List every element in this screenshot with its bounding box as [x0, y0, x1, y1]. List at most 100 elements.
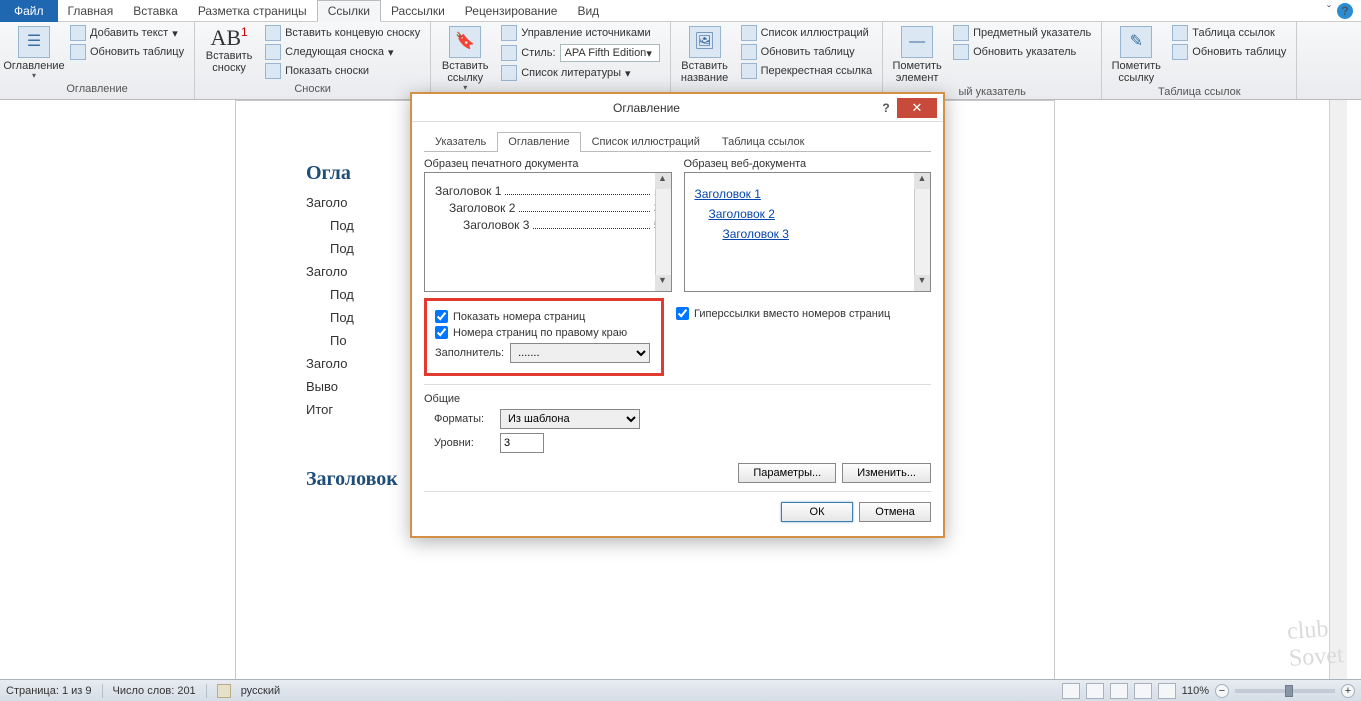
citation-icon: 🔖: [449, 26, 481, 58]
tab-layout[interactable]: Разметка страницы: [188, 0, 317, 22]
update-toa-button[interactable]: Обновить таблицу: [1168, 43, 1290, 61]
modify-button[interactable]: Изменить...: [842, 463, 931, 483]
view-draft[interactable]: [1158, 683, 1176, 699]
group-footnotes-label: Сноски: [201, 83, 424, 97]
mark-entry-button[interactable]: — Пометить элемент: [889, 24, 945, 86]
citation-style-combo[interactable]: Стиль: APA Fifth Edition ▾: [497, 43, 663, 63]
footnote-icon: AB1: [210, 26, 247, 50]
refresh-icon: [70, 44, 86, 60]
tab-mailings[interactable]: Рассылки: [381, 0, 455, 22]
view-web-layout[interactable]: [1110, 683, 1128, 699]
scroll-up-icon[interactable]: ▲: [655, 173, 671, 189]
update-index-button[interactable]: Обновить указатель: [949, 43, 1095, 61]
sources-icon: [501, 25, 517, 41]
cancel-button[interactable]: Отмена: [859, 502, 931, 522]
update-toc-button[interactable]: Обновить таблицу: [66, 43, 188, 61]
status-bar: Страница: 1 из 9 Число слов: 201 русский…: [0, 679, 1361, 701]
dialog-title: Оглавление: [418, 101, 875, 115]
mark-citation-button[interactable]: ✎ Пометить ссылку: [1108, 24, 1164, 86]
web-preview-link[interactable]: Заголовок 1: [695, 187, 921, 201]
print-preview-label: Образец печатного документа: [424, 158, 672, 170]
view-full-screen[interactable]: [1086, 683, 1104, 699]
toa-icon: [1172, 25, 1188, 41]
dialog-close-button[interactable]: ✕: [897, 98, 937, 118]
toc-icon: ☰: [18, 26, 50, 58]
scroll-up-icon[interactable]: ▲: [914, 173, 930, 189]
dlg-tab-figures[interactable]: Список иллюстраций: [581, 132, 711, 151]
print-preview: Заголовок 11 Заголовок 23 Заголовок 35 ▲…: [424, 172, 672, 292]
tab-insert[interactable]: Вставка: [123, 0, 188, 22]
mark-citation-icon: ✎: [1120, 26, 1152, 58]
proofing-icon[interactable]: [217, 684, 231, 698]
next-footnote-button[interactable]: Следующая сноска ▾: [261, 43, 424, 61]
ribbon: ☰ Оглавление▾ Добавить текст ▾ Обновить …: [0, 22, 1361, 100]
filler-label: Заполнитель:: [435, 347, 504, 359]
menu-tabs: Файл Главная Вставка Разметка страницы С…: [0, 0, 1361, 22]
zoom-slider[interactable]: [1235, 689, 1335, 693]
dialog-help-button[interactable]: ?: [875, 101, 897, 115]
bibliography-button[interactable]: Список литературы ▾: [497, 64, 663, 82]
zoom-level[interactable]: 110%: [1182, 685, 1209, 697]
levels-spinner[interactable]: [500, 433, 544, 453]
endnote-icon: [265, 25, 281, 41]
ok-button[interactable]: ОК: [781, 502, 853, 522]
chk-hyperlinks[interactable]: [676, 307, 689, 320]
status-word-count[interactable]: Число слов: 201: [113, 685, 196, 697]
manage-sources-button[interactable]: Управление источниками: [497, 24, 663, 42]
caption-icon: 🖼: [689, 26, 721, 58]
view-print-layout[interactable]: [1062, 683, 1080, 699]
web-preview: Заголовок 1 Заголовок 2 Заголовок 3 ▲ ▼: [684, 172, 932, 292]
formats-select[interactable]: Из шаблона: [500, 409, 640, 429]
crossref-icon: [741, 63, 757, 79]
biblio-icon: [501, 65, 517, 81]
insert-footnote-button[interactable]: AB1 Вставить сноску: [201, 24, 257, 76]
status-language[interactable]: русский: [241, 685, 280, 697]
insert-caption-button[interactable]: 🖼 Вставить название: [677, 24, 733, 86]
tab-view[interactable]: Вид: [567, 0, 609, 22]
list-figures-button[interactable]: Список иллюстраций: [737, 24, 877, 42]
show-footnotes-icon: [265, 63, 281, 79]
tab-file[interactable]: Файл: [0, 0, 58, 22]
minimize-ribbon-icon[interactable]: ˇ: [1327, 3, 1331, 19]
vertical-scrollbar[interactable]: [1329, 100, 1347, 679]
refresh-icon: [953, 44, 969, 60]
insert-toa-button[interactable]: Таблица ссылок: [1168, 24, 1290, 42]
scroll-down-icon[interactable]: ▼: [914, 275, 930, 291]
style-icon: [501, 45, 517, 61]
general-label: Общие: [424, 393, 931, 405]
next-footnote-icon: [265, 44, 281, 60]
update-captions-button[interactable]: Обновить таблицу: [737, 43, 877, 61]
cross-ref-button[interactable]: Перекрестная ссылка: [737, 62, 877, 80]
chk-show-page-numbers[interactable]: [435, 310, 448, 323]
toc-button[interactable]: ☰ Оглавление▾: [6, 24, 62, 83]
web-preview-link[interactable]: Заголовок 3: [695, 227, 921, 241]
insert-citation-button[interactable]: 🔖 Вставить ссылку▾: [437, 24, 493, 95]
zoom-out-button[interactable]: −: [1215, 684, 1229, 698]
show-footnotes-button[interactable]: Показать сноски: [261, 62, 424, 80]
tab-review[interactable]: Рецензирование: [455, 0, 568, 22]
add-text-button[interactable]: Добавить текст ▾: [66, 24, 188, 42]
zoom-in-button[interactable]: +: [1341, 684, 1355, 698]
levels-label: Уровни:: [434, 437, 494, 449]
tab-references[interactable]: Ссылки: [317, 0, 381, 22]
scroll-down-icon[interactable]: ▼: [655, 275, 671, 291]
chk-right-align-numbers[interactable]: [435, 326, 448, 339]
status-page[interactable]: Страница: 1 из 9: [6, 685, 92, 697]
refresh-icon: [741, 44, 757, 60]
options-button[interactable]: Параметры...: [738, 463, 836, 483]
dlg-tab-toc[interactable]: Оглавление: [497, 132, 580, 152]
refresh-icon: [1172, 44, 1188, 60]
toc-dialog: Оглавление ? ✕ Указатель Оглавление Спис…: [410, 92, 945, 538]
web-preview-link[interactable]: Заголовок 2: [695, 207, 921, 221]
dlg-tab-index[interactable]: Указатель: [424, 132, 497, 151]
web-preview-label: Образец веб-документа: [684, 158, 932, 170]
filler-select[interactable]: .......: [510, 343, 650, 363]
dlg-tab-toa[interactable]: Таблица ссылок: [711, 132, 816, 151]
add-text-icon: [70, 25, 86, 41]
tab-home[interactable]: Главная: [58, 0, 124, 22]
insert-endnote-button[interactable]: Вставить концевую сноску: [261, 24, 424, 42]
figures-icon: [741, 25, 757, 41]
help-icon[interactable]: ?: [1337, 3, 1353, 19]
view-outline[interactable]: [1134, 683, 1152, 699]
insert-index-button[interactable]: Предметный указатель: [949, 24, 1095, 42]
